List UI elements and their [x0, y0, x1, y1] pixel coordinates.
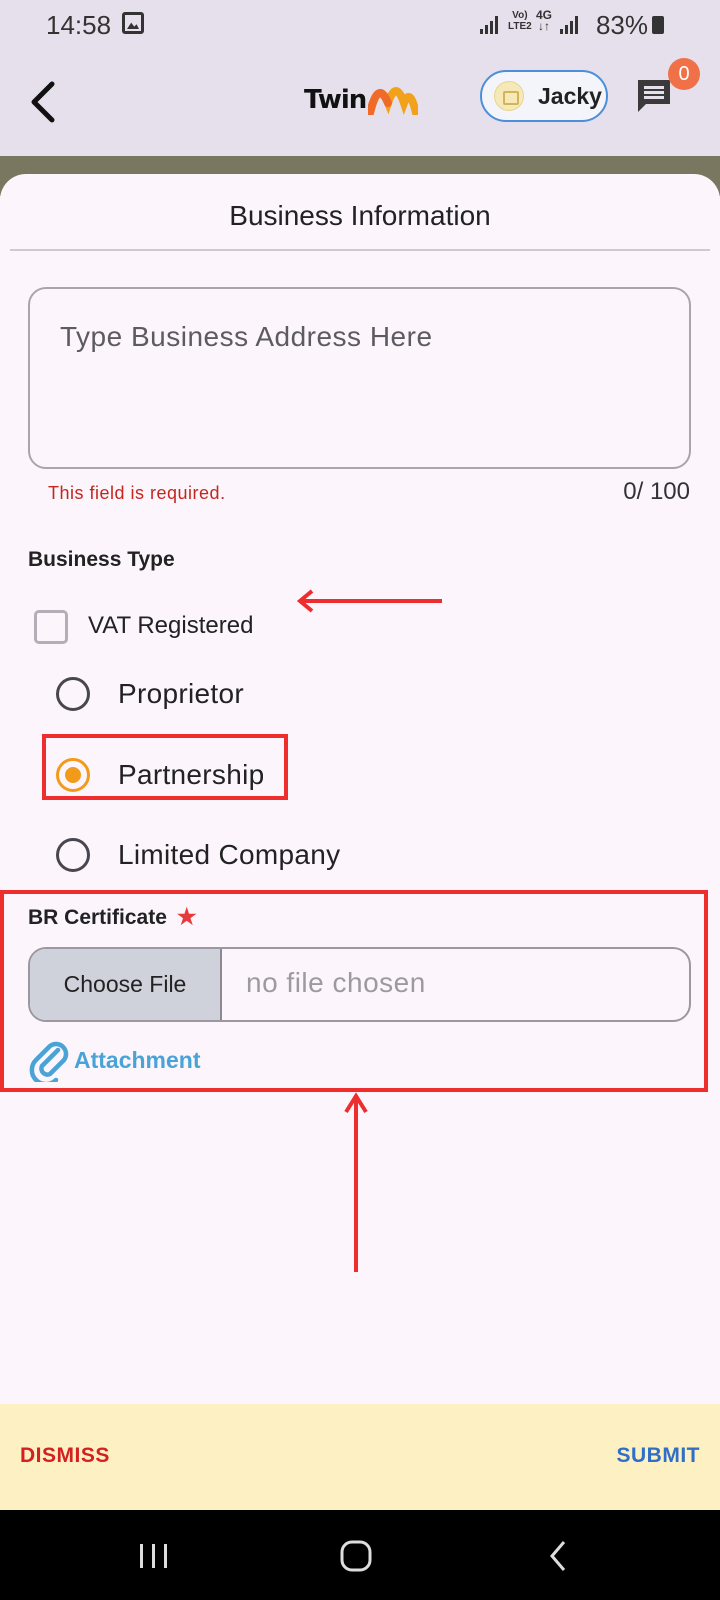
radio-button[interactable] — [56, 838, 90, 872]
battery-percent: 83% — [595, 10, 648, 40]
data-type-label: 4G ↓↑ — [536, 8, 553, 33]
dialog-actions: DISMISS SUBMIT — [0, 1404, 720, 1510]
logo-text: Twin — [304, 85, 367, 115]
address-placeholder: Type Business Address Here — [60, 321, 433, 352]
notification-badge: 0 — [668, 58, 700, 90]
signal-icon — [480, 14, 500, 34]
business-address-input[interactable]: Type Business Address Here — [28, 287, 691, 469]
volte-label: Vo) LTE2 — [508, 10, 532, 32]
radio-proprietor[interactable]: Proprietor — [56, 674, 244, 714]
logo-m-icon — [368, 87, 419, 115]
gallery-icon — [122, 12, 144, 34]
avatar — [494, 81, 524, 111]
app-logo: Twin — [304, 80, 419, 120]
chat-icon[interactable] — [634, 76, 674, 116]
dismiss-button[interactable]: DISMISS — [20, 1444, 110, 1468]
address-error: This field is required. — [48, 483, 226, 503]
vat-registered-label[interactable]: VAT Registered — [88, 612, 253, 640]
business-info-sheet: Business Information Type Business Addre… — [0, 174, 720, 1510]
user-profile-chip[interactable]: Jacky — [480, 70, 608, 122]
address-char-counter: 0/ 100 — [623, 478, 690, 505]
signal-icon-2 — [560, 14, 580, 34]
highlight-partnership — [42, 734, 288, 800]
system-nav-bar — [0, 1510, 720, 1600]
annotation-arrow-left — [296, 589, 442, 613]
radio-limited-company[interactable]: Limited Company — [56, 835, 340, 875]
app-bar: Twin Jacky 0 — [0, 52, 720, 156]
status-bar: 14:58 Vo) LTE2 4G ↓↑ 83% — [0, 0, 720, 52]
business-type-label: Business Type — [28, 548, 175, 571]
radio-button[interactable] — [56, 677, 90, 711]
user-name: Jacky — [538, 82, 602, 109]
annotation-arrow-up — [344, 1092, 368, 1272]
sheet-title: Business Information — [229, 200, 491, 231]
back-arrow-icon[interactable] — [26, 72, 66, 132]
divider — [10, 249, 710, 251]
vat-registered-checkbox[interactable] — [34, 610, 68, 644]
radio-label: Proprietor — [118, 678, 244, 709]
submit-button[interactable]: SUBMIT — [617, 1444, 701, 1468]
radio-label: Limited Company — [118, 839, 341, 870]
status-time: 14:58 — [46, 10, 112, 40]
recent-apps-icon[interactable] — [134, 1536, 174, 1576]
home-icon[interactable] — [336, 1536, 376, 1576]
back-nav-icon[interactable] — [540, 1536, 580, 1576]
battery-icon — [652, 16, 664, 34]
